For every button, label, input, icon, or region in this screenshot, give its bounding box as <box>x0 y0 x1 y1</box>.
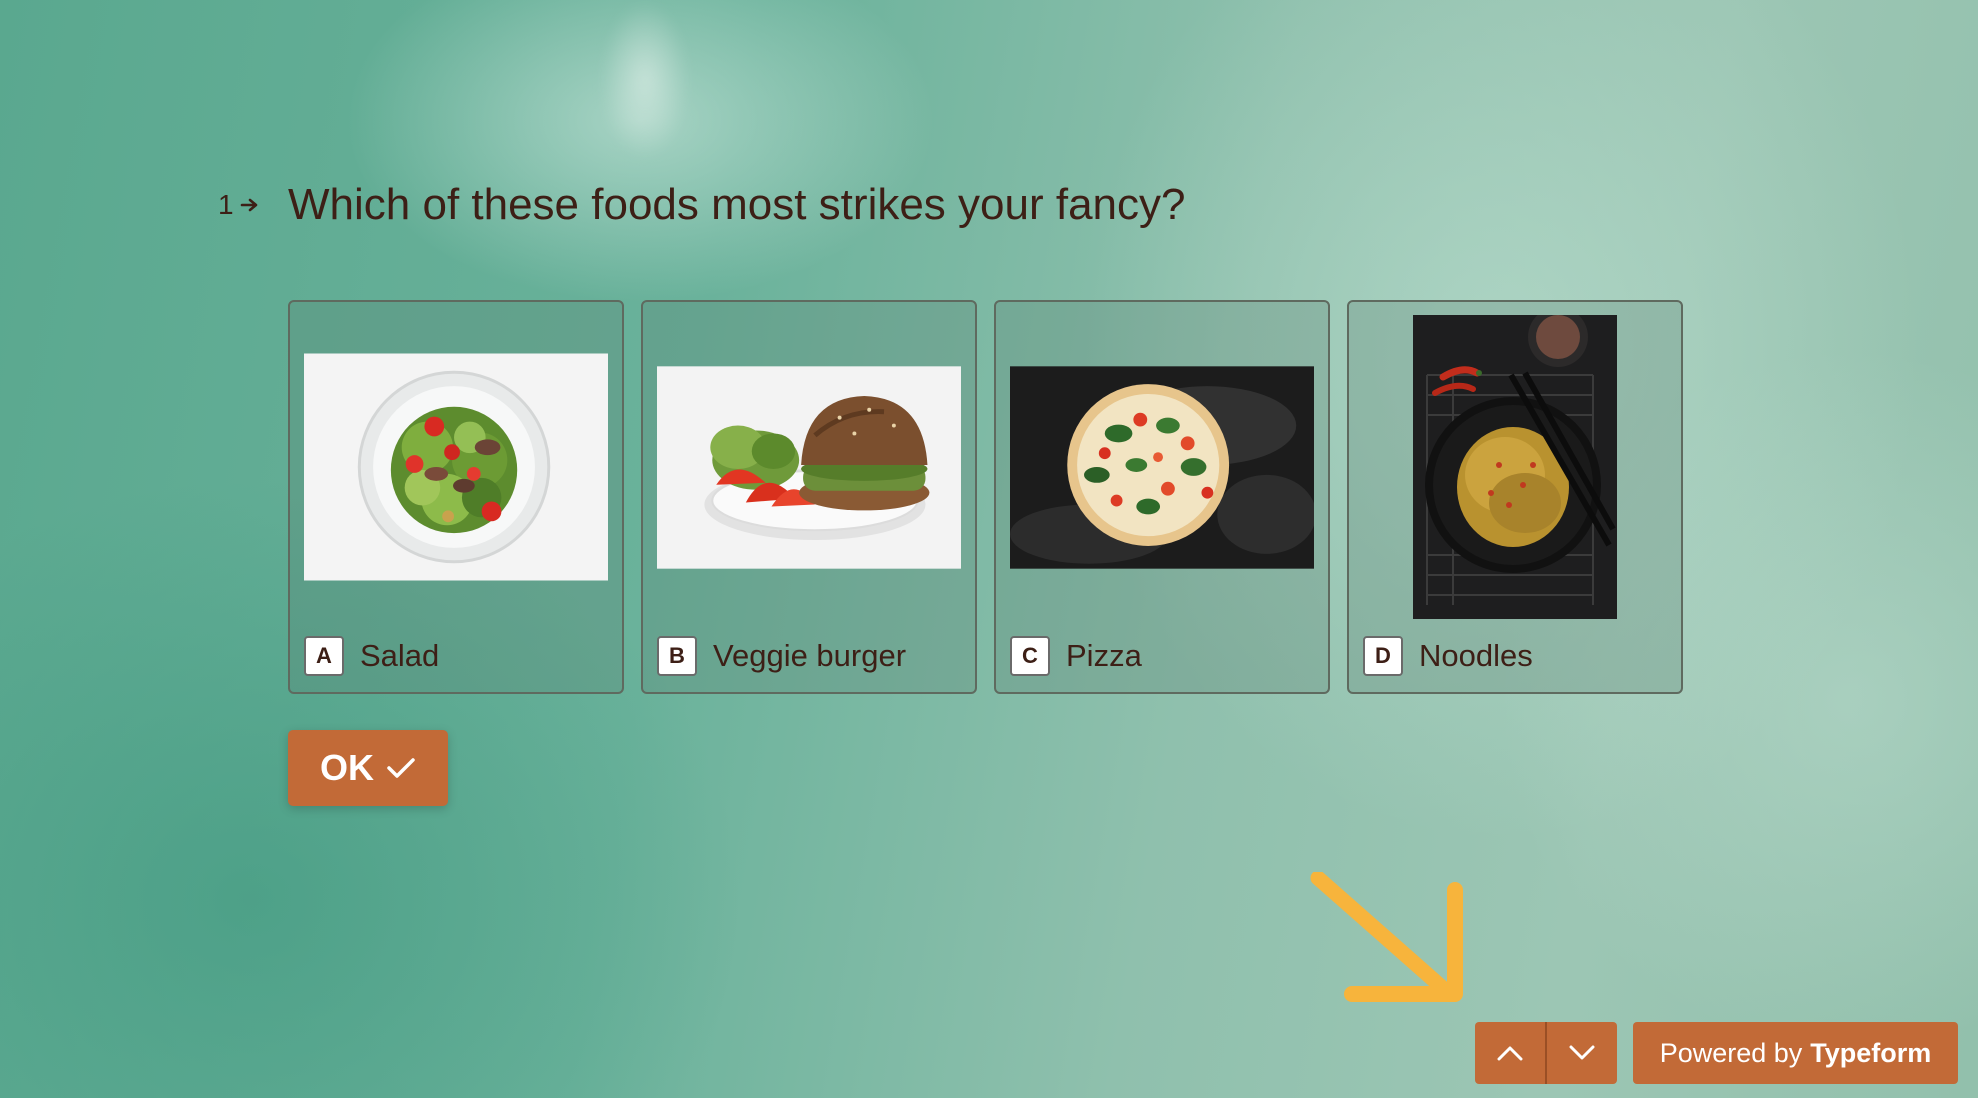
arrow-down-right-icon <box>1310 872 1463 1002</box>
noodles-photo <box>1413 315 1617 619</box>
next-question-button[interactable] <box>1547 1022 1617 1084</box>
choice-label: Noodles <box>1419 638 1533 673</box>
pizza-photo <box>1010 365 1314 569</box>
typeform-brand-text: Typeform <box>1810 1037 1932 1068</box>
background-streak <box>600 0 690 160</box>
chevron-up-icon <box>1497 1046 1523 1061</box>
powered-by-typeform-link[interactable]: Powered by Typeform <box>1633 1022 1958 1084</box>
choice-key-badge: D <box>1363 636 1403 676</box>
choice-salad[interactable]: A Salad <box>288 300 624 694</box>
question-number: 1 <box>218 189 288 221</box>
choice-key-badge: A <box>304 636 344 676</box>
veggie-burger-photo <box>657 365 961 569</box>
ok-button[interactable]: OK <box>288 730 448 806</box>
question-title: Which of these foods most strikes your f… <box>288 180 1186 229</box>
chevron-down-icon <box>1569 1045 1595 1060</box>
choice-label: Pizza <box>1066 638 1142 673</box>
choice-noodles[interactable]: D Noodles <box>1347 300 1683 694</box>
choice-veggie-burger[interactable]: B Veggie burger <box>641 300 977 694</box>
ok-button-label: OK <box>320 747 374 788</box>
choice-key-badge: C <box>1010 636 1050 676</box>
choice-key-badge: B <box>657 636 697 676</box>
choice-pizza[interactable]: C Pizza <box>994 300 1330 694</box>
powered-by-text: Powered by <box>1659 1037 1803 1068</box>
choice-label: Salad <box>360 638 440 673</box>
choice-label: Veggie burger <box>713 638 907 673</box>
navigation-controls <box>1475 1022 1617 1084</box>
check-icon <box>387 758 415 778</box>
question-number-text: 1 <box>218 189 234 220</box>
question-header: 1 Which of these foods most strikes your… <box>218 180 1186 230</box>
salad-photo <box>304 353 608 581</box>
choice-list: A Salad B Veggie burger C Pizza D Noodle… <box>288 300 1683 694</box>
previous-question-button[interactable] <box>1475 1022 1545 1084</box>
arrow-right-icon <box>240 198 257 212</box>
